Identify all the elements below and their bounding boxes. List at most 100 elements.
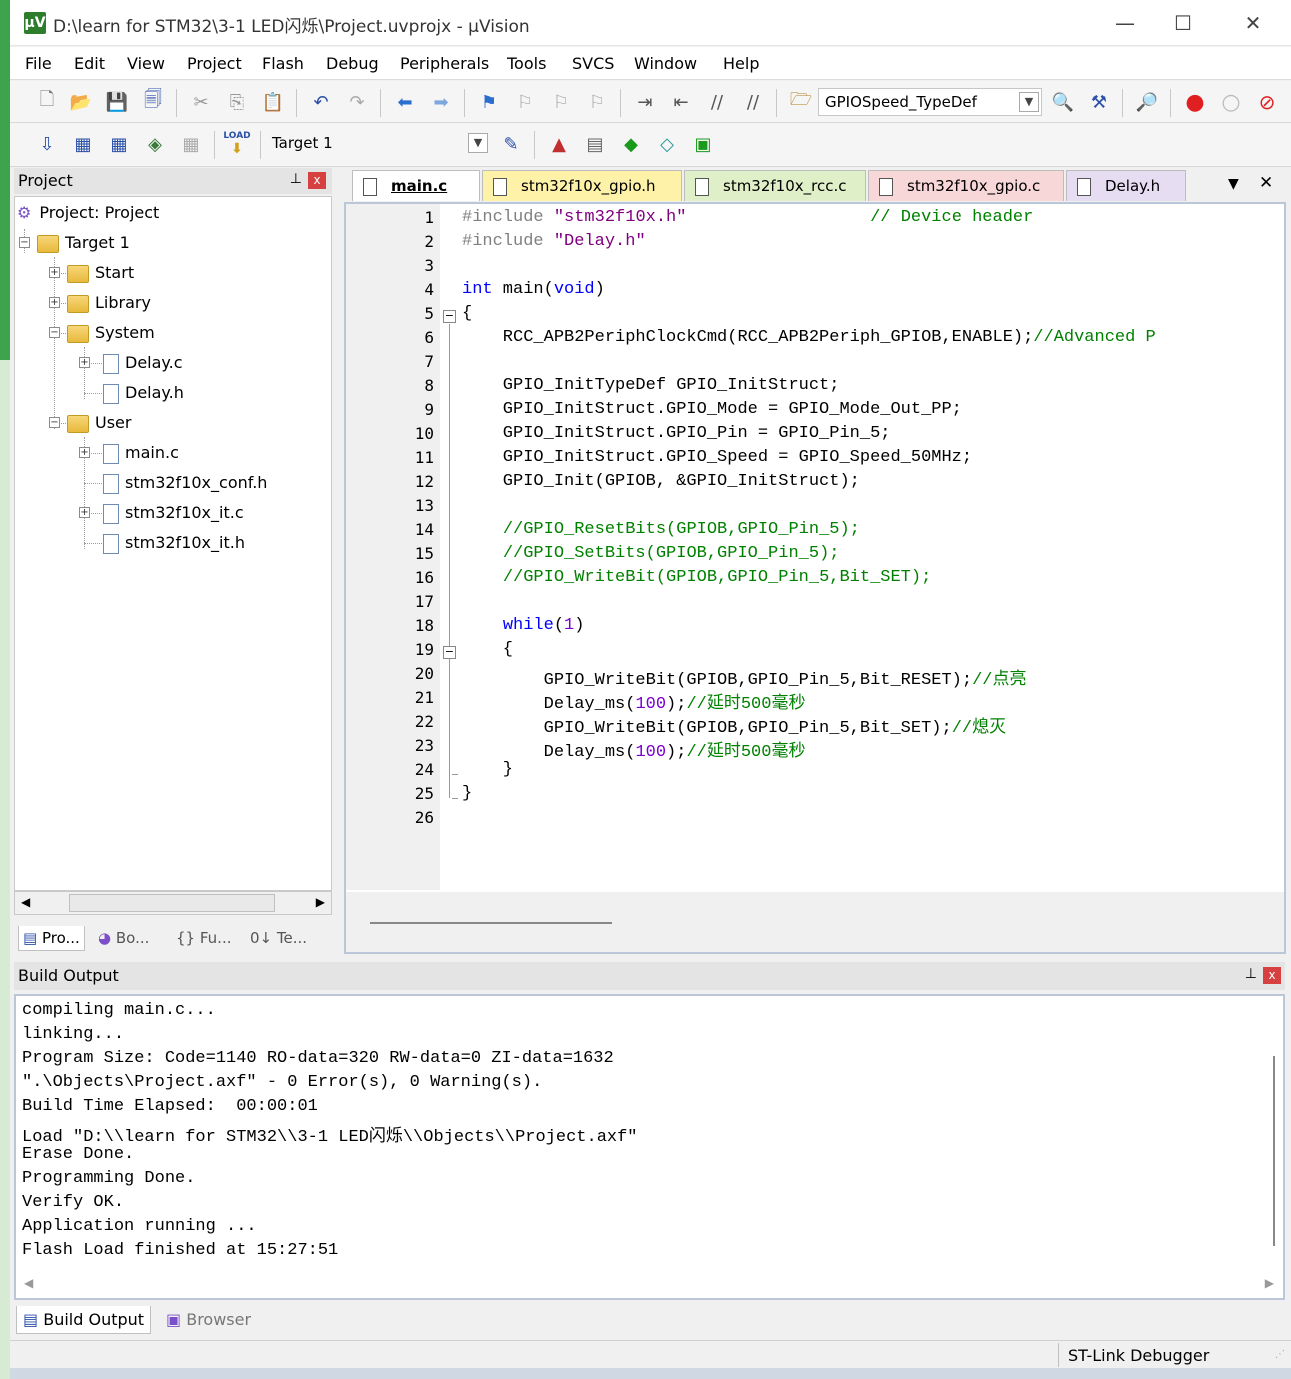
close-panel-icon[interactable]: x: [1263, 967, 1281, 984]
expand-toggle-icon[interactable]: +: [79, 357, 90, 368]
tree-file-delay-h[interactable]: Delay.h: [103, 383, 184, 407]
tab-project[interactable]: ▤ Pro...: [18, 926, 85, 951]
tree-file-conf-h[interactable]: stm32f10x_conf.h: [103, 473, 267, 497]
menu-help[interactable]: Help: [723, 54, 759, 73]
tree-file-it-c[interactable]: stm32f10x_it.c: [103, 503, 244, 527]
open-file-icon[interactable]: 📂: [68, 89, 94, 115]
expand-toggle-icon[interactable]: +: [49, 297, 60, 308]
next-bookmark-icon[interactable]: ⚐: [548, 89, 574, 115]
horizontal-scrollbar[interactable]: ◀ ▶: [24, 1276, 1274, 1290]
disable-breakpoint-icon[interactable]: ○: [1218, 89, 1244, 115]
collapse-toggle-icon[interactable]: −: [49, 417, 60, 428]
clear-bookmarks-icon[interactable]: ⚐: [584, 89, 610, 115]
options-for-target-icon[interactable]: ✎: [498, 131, 524, 157]
navigate-forward-icon[interactable]: ➡: [428, 89, 454, 115]
menu-debug[interactable]: Debug: [326, 54, 379, 73]
prev-bookmark-icon[interactable]: ⚐: [512, 89, 538, 115]
download-icon[interactable]: LOAD ⬇: [223, 131, 250, 157]
pin-icon[interactable]: ⊥: [1245, 966, 1257, 982]
tree-file-delay-c[interactable]: Delay.c: [103, 353, 182, 377]
undo-icon[interactable]: ↶: [308, 89, 334, 115]
copy-icon[interactable]: ⎘: [224, 89, 250, 115]
paste-icon[interactable]: 📋: [260, 89, 286, 115]
pin-icon[interactable]: ⊥: [290, 171, 302, 187]
tab-rcc-c[interactable]: stm32f10x_rcc.c: [684, 170, 866, 201]
editor-horizontal-scrollbar[interactable]: [346, 892, 1284, 952]
tab-main-c[interactable]: main.c: [352, 170, 480, 201]
minimize-button[interactable]: —: [1105, 8, 1145, 38]
comment-icon[interactable]: //: [704, 89, 730, 115]
menu-window[interactable]: Window: [634, 54, 697, 73]
resize-grip-icon[interactable]: ⋰: [1275, 1349, 1285, 1360]
menu-project[interactable]: Project: [187, 54, 242, 73]
code-editor[interactable]: 1 2 3 4 5 6 7 8 9 10 11 12 13 14 15 16 17 18 19 20 21 22 23 24 2…: [344, 202, 1286, 954]
menu-peripherals[interactable]: Peripherals: [400, 54, 489, 73]
expand-toggle-icon[interactable]: +: [79, 447, 90, 458]
select-packs-icon[interactable]: ◆: [618, 131, 644, 157]
menu-svcs[interactable]: SVCS: [572, 54, 614, 73]
close-window-button[interactable]: ✕: [1233, 8, 1273, 38]
translate-icon[interactable]: ⇩: [34, 131, 60, 157]
manage-components-icon[interactable]: ▤: [582, 131, 608, 157]
tree-group-user[interactable]: User: [67, 413, 131, 437]
collapse-toggle-icon[interactable]: −: [49, 327, 60, 338]
tree-group-start[interactable]: Start: [67, 263, 134, 287]
scroll-left-icon[interactable]: ◀: [24, 1276, 33, 1290]
chevron-down-icon[interactable]: ▼: [468, 133, 488, 153]
build-icon[interactable]: ▦: [70, 131, 96, 157]
fold-toggle-icon[interactable]: −: [443, 310, 456, 323]
kill-breakpoints-icon[interactable]: ⊘: [1254, 89, 1280, 115]
tree-target[interactable]: Target 1: [37, 233, 130, 257]
chevron-down-icon[interactable]: ▼: [1019, 92, 1039, 112]
scroll-thumb[interactable]: [69, 894, 275, 912]
file-extensions-icon[interactable]: ▲: [546, 131, 572, 157]
find-combo[interactable]: GPIOSpeed_TypeDef ▼: [818, 88, 1042, 116]
tab-delay-h[interactable]: Delay.h: [1066, 170, 1186, 201]
fold-toggle-icon[interactable]: −: [443, 646, 456, 659]
tree-group-system[interactable]: System: [67, 323, 155, 347]
save-all-icon[interactable]: 🗐: [140, 89, 166, 115]
save-icon[interactable]: 💾: [104, 89, 130, 115]
tab-gpio-c[interactable]: stm32f10x_gpio.c: [868, 170, 1064, 201]
close-tab-icon[interactable]: ✕: [1259, 173, 1273, 193]
expand-toggle-icon[interactable]: +: [79, 507, 90, 518]
incremental-find-icon[interactable]: ⚒: [1086, 89, 1112, 115]
vertical-scrollbar[interactable]: [1273, 1056, 1275, 1246]
collapse-toggle-icon[interactable]: −: [19, 237, 30, 248]
unindent-icon[interactable]: ⇤: [668, 89, 694, 115]
tab-templates[interactable]: 0↓ Te...: [250, 926, 307, 950]
new-file-icon[interactable]: 🗋: [34, 89, 60, 115]
tab-books[interactable]: ◕ Bo...: [98, 926, 149, 950]
expand-toggle-icon[interactable]: +: [49, 267, 60, 278]
scroll-right-icon[interactable]: ▶: [1265, 1276, 1274, 1290]
tree-group-library[interactable]: Library: [67, 293, 151, 317]
maximize-button[interactable]: ☐: [1163, 8, 1203, 38]
find-in-files-icon[interactable]: 🗁: [788, 89, 814, 115]
project-horizontal-scrollbar[interactable]: ◀ ▶: [14, 891, 332, 915]
uncomment-icon[interactable]: //: [740, 89, 766, 115]
tab-browser[interactable]: ▣ Browser: [160, 1306, 257, 1334]
tab-functions[interactable]: {} Fu...: [176, 926, 231, 950]
build-output-text[interactable]: compiling main.c... linking... Program Siz…: [14, 994, 1285, 1300]
menu-edit[interactable]: Edit: [74, 54, 105, 73]
menu-flash[interactable]: Flash: [262, 54, 304, 73]
target-combo[interactable]: Target 1 ▼: [266, 130, 490, 158]
tab-list-dropdown-icon[interactable]: ▼: [1228, 176, 1239, 192]
tab-build-output[interactable]: ▤ Build Output: [16, 1306, 152, 1334]
cut-icon[interactable]: ✂: [188, 89, 214, 115]
indent-icon[interactable]: ⇥: [632, 89, 658, 115]
menu-tools[interactable]: Tools: [507, 54, 546, 73]
menu-view[interactable]: View: [127, 54, 165, 73]
pack-installer-icon[interactable]: ◇: [654, 131, 680, 157]
run-time-environment-icon[interactable]: ▣: [690, 131, 716, 157]
menu-file[interactable]: File: [25, 54, 52, 73]
batch-build-icon[interactable]: ◈: [142, 131, 168, 157]
navigate-back-icon[interactable]: ⬅: [392, 89, 418, 115]
tree-file-main-c[interactable]: main.c: [103, 443, 179, 467]
bookmark-icon[interactable]: ⚑: [476, 89, 502, 115]
scroll-thumb[interactable]: [370, 922, 612, 924]
debug-session-icon[interactable]: 🔎: [1134, 89, 1160, 115]
stop-build-icon[interactable]: ▦: [178, 131, 204, 157]
breakpoint-icon[interactable]: ●: [1182, 89, 1208, 115]
tree-project-root[interactable]: ⚙ Project: Project: [17, 203, 159, 227]
